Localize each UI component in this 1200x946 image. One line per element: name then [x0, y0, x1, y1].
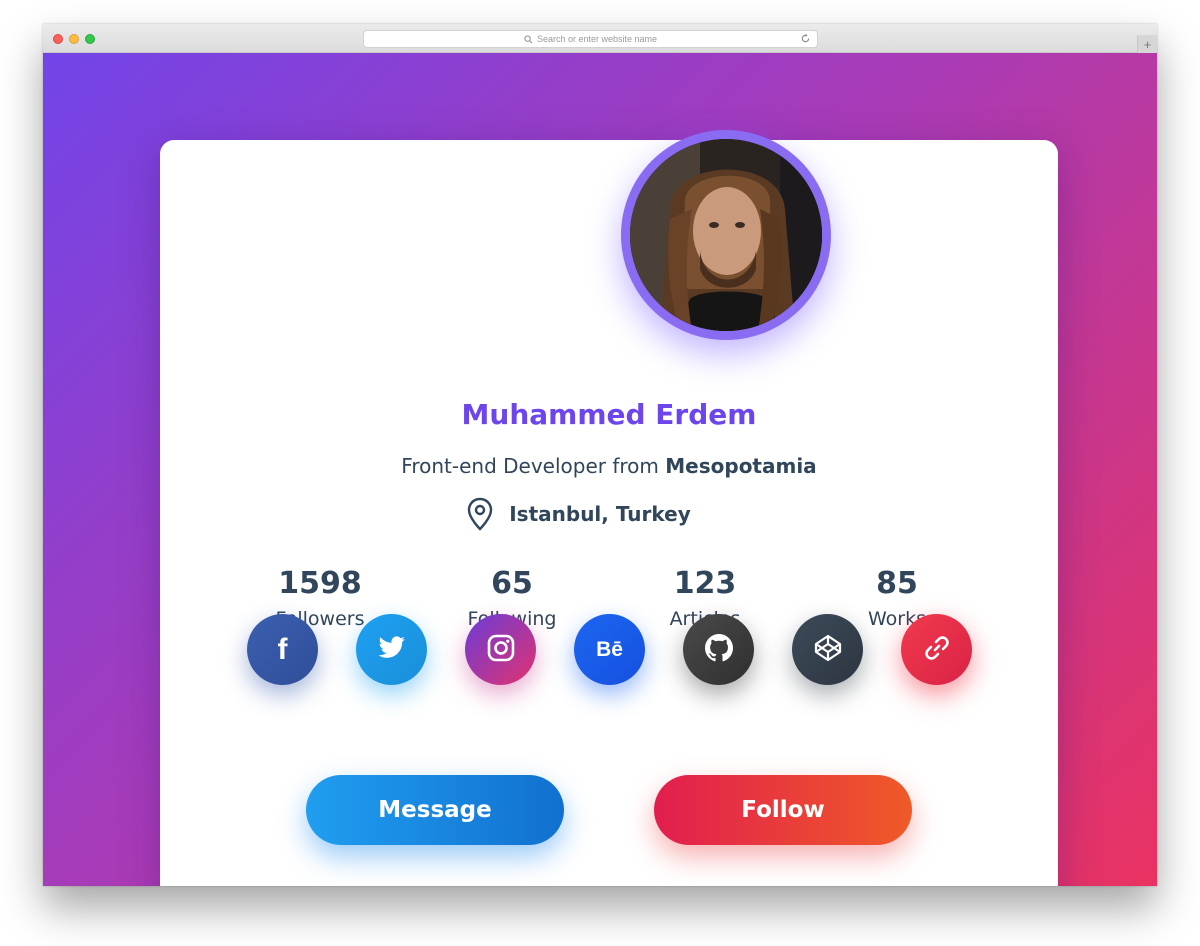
- github-icon: [704, 633, 733, 666]
- location-pin-icon: [467, 497, 493, 531]
- title-place: Mesopotamia: [665, 454, 817, 478]
- user-photo-icon: [630, 139, 822, 331]
- zoom-window-button[interactable]: [85, 34, 95, 44]
- follow-button[interactable]: Follow: [654, 775, 912, 845]
- behance-icon: Bē: [596, 637, 623, 661]
- facebook-button[interactable]: f: [247, 614, 318, 685]
- link-icon: [923, 634, 951, 666]
- close-window-button[interactable]: [53, 34, 63, 44]
- twitter-button[interactable]: [356, 614, 427, 685]
- github-button[interactable]: [683, 614, 754, 685]
- browser-window: Search or enter website name + Muhammed …: [43, 24, 1157, 886]
- address-placeholder: Search or enter website name: [536, 34, 658, 44]
- page-viewport: Muhammed Erdem Front-end Developer from …: [43, 53, 1157, 886]
- search-icon: [524, 34, 533, 44]
- minimize-window-button[interactable]: [69, 34, 79, 44]
- browser-titlebar: Search or enter website name +: [43, 24, 1157, 53]
- message-button[interactable]: Message: [306, 775, 564, 845]
- address-bar[interactable]: Search or enter website name: [363, 30, 818, 48]
- codepen-button[interactable]: [792, 614, 863, 685]
- location-text: Istanbul, Turkey: [509, 502, 691, 526]
- avatar: [630, 139, 822, 331]
- profile-name: Muhammed Erdem: [461, 398, 757, 431]
- stat-value: 1598: [278, 566, 362, 601]
- stat-value: 123: [673, 566, 737, 601]
- instagram-icon: [487, 634, 515, 666]
- twitter-icon: [378, 635, 406, 664]
- stat-value: 85: [876, 566, 918, 601]
- codepen-icon: [814, 634, 842, 666]
- new-tab-button[interactable]: +: [1137, 35, 1157, 53]
- behance-button[interactable]: Bē: [574, 614, 645, 685]
- facebook-icon: f: [277, 632, 288, 666]
- profile-card: Muhammed Erdem Front-end Developer from …: [160, 130, 1058, 886]
- instagram-button[interactable]: [465, 614, 536, 685]
- profile-location: Istanbul, Turkey: [160, 497, 1058, 531]
- title-prefix: Front-end Developer from: [401, 454, 666, 478]
- stat-value: 65: [491, 566, 533, 601]
- profile-title: Front-end Developer from Mesopotamia: [160, 454, 1058, 478]
- link-button[interactable]: [901, 614, 972, 685]
- reload-icon[interactable]: [800, 33, 811, 44]
